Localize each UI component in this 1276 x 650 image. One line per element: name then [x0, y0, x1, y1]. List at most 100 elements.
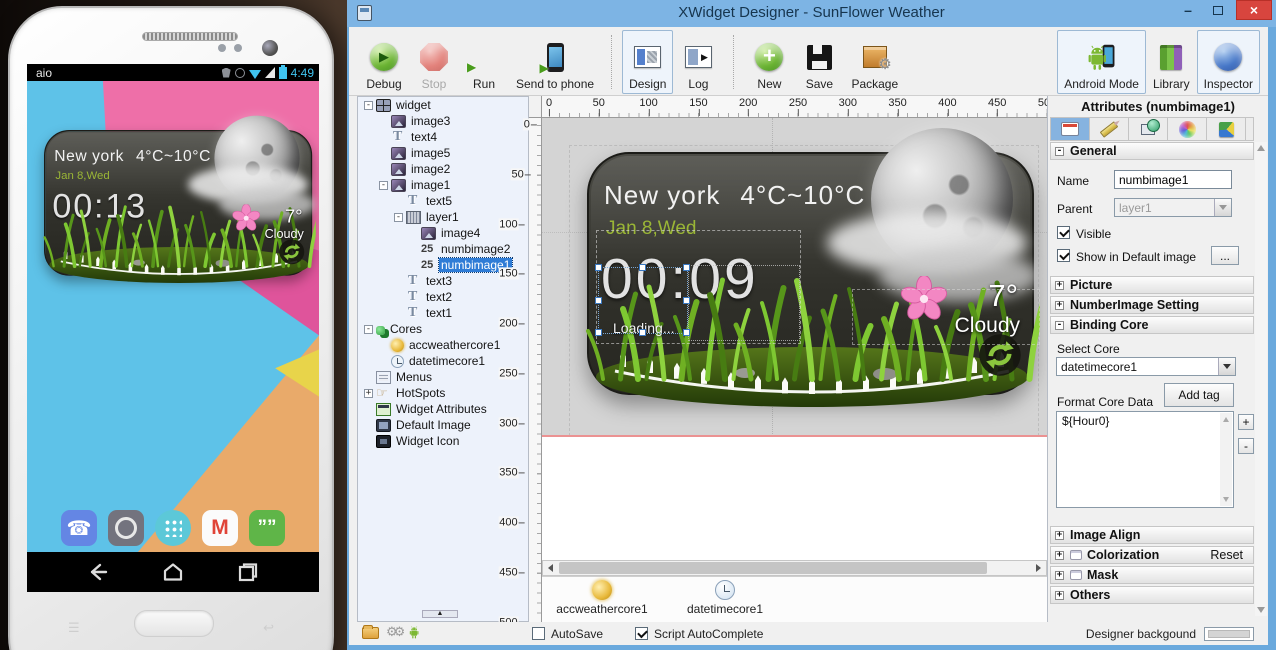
folder-icon[interactable]	[362, 627, 379, 639]
weather-widget-body[interactable]: New york4°C~10°CJan 8,Wed00:09Loading...…	[587, 152, 1034, 395]
scroll-thumb[interactable]	[559, 562, 987, 574]
dropdown-arrow-icon[interactable]	[1218, 358, 1235, 375]
tree-item-image5[interactable]: image5	[358, 145, 528, 161]
dropdown-arrow-icon[interactable]	[1214, 199, 1231, 216]
format-core-data-textarea[interactable]: ${Hour0}	[1056, 411, 1234, 508]
save-button[interactable]: Save	[794, 30, 844, 94]
tree-item-image3[interactable]: image3	[358, 113, 528, 129]
section-others[interactable]: + Others	[1050, 586, 1254, 604]
section-colorization[interactable]: + Colorization Reset	[1050, 546, 1254, 564]
section-numberimage[interactable]: + NumberImage Setting	[1050, 296, 1254, 314]
menu-softkey[interactable]: ☰	[68, 620, 80, 636]
back-softkey[interactable]: ↩	[263, 620, 274, 636]
scroll-left-arrow[interactable]	[543, 561, 558, 575]
parent-dropdown[interactable]: layer1	[1114, 198, 1232, 217]
canvas-h-scrollbar[interactable]	[542, 560, 1047, 576]
attributes-scrollbar[interactable]	[1255, 142, 1267, 616]
tree-item-widget[interactable]: -widget	[358, 97, 528, 113]
visible-checkbox[interactable]	[1057, 226, 1070, 239]
core-item-accweathercore1[interactable]: accweathercore1	[547, 580, 657, 616]
section-binding-core[interactable]: - Binding Core	[1050, 316, 1254, 334]
tab-position[interactable]	[1090, 118, 1129, 140]
autosave-checkbox[interactable]	[532, 627, 545, 640]
selection-handle[interactable]	[683, 297, 690, 304]
hangouts-app-icon[interactable]: ””	[249, 510, 285, 546]
ellipsis-button[interactable]: ...	[1211, 246, 1239, 265]
app-drawer-icon[interactable]	[155, 510, 191, 546]
section-image-align[interactable]: + Image Align	[1050, 526, 1254, 544]
add-line-button[interactable]: +	[1238, 414, 1254, 430]
textarea-scrollbar[interactable]	[1220, 413, 1232, 506]
phone-app-icon[interactable]: ☎	[61, 510, 97, 546]
expand-box-icon[interactable]: +	[364, 389, 373, 398]
tree-item-image1[interactable]: -image1	[358, 177, 528, 193]
selection-handle[interactable]	[595, 329, 602, 336]
tree-item-text5[interactable]: text5	[358, 193, 528, 209]
design-canvas[interactable]: New york4°C~10°CJan 8,Wed00:09Loading...…	[542, 118, 1047, 560]
home-nav-icon[interactable]	[160, 560, 186, 584]
tree-item-hotspots[interactable]: +HotSpots	[358, 385, 528, 401]
recents-nav-icon[interactable]	[235, 560, 261, 584]
section-picture[interactable]: + Picture	[1050, 276, 1254, 294]
send-to-phone-button[interactable]: Send to phone	[509, 30, 601, 94]
design-button[interactable]: Design	[622, 30, 673, 94]
android-robot-icon[interactable]	[409, 625, 424, 642]
stop-button[interactable]: Stop	[409, 30, 459, 94]
weather-widget-design[interactable]: New york4°C~10°CJan 8,Wed00:09Loading...…	[587, 152, 1034, 395]
close-button[interactable]: ×	[1236, 0, 1272, 20]
tree-collapse-handle[interactable]: ▲	[422, 610, 458, 618]
package-button[interactable]: Package	[844, 30, 905, 94]
show-default-checkbox[interactable]	[1057, 249, 1070, 262]
refresh-icon[interactable]	[278, 238, 306, 266]
run-button[interactable]: Run	[459, 30, 509, 94]
selection-handle[interactable]	[683, 329, 690, 336]
tree-item-text4[interactable]: text4	[358, 129, 528, 145]
gmail-app-icon[interactable]: M	[202, 510, 238, 546]
selection-handle[interactable]	[639, 329, 646, 336]
selection-handle[interactable]	[595, 264, 602, 271]
minimize-button[interactable]: –	[1174, 0, 1202, 20]
tree-item-widget-attributes[interactable]: Widget Attributes	[358, 401, 528, 417]
inspector-button[interactable]: Inspector	[1197, 30, 1260, 94]
name-input[interactable]	[1114, 170, 1232, 189]
tab-general[interactable]	[1051, 118, 1090, 140]
script-autocomplete-checkbox[interactable]	[635, 627, 648, 640]
remove-line-button[interactable]: -	[1238, 438, 1254, 454]
new-button[interactable]: New	[744, 30, 794, 94]
selection-handle[interactable]	[639, 264, 646, 271]
selection-box[interactable]	[598, 267, 688, 334]
tree-item-text2[interactable]: text2	[358, 289, 528, 305]
tree-item-accweathercore1[interactable]: accweathercore1	[358, 337, 528, 353]
core-item-datetimecore1[interactable]: datetimecore1	[670, 580, 780, 616]
selection-handle[interactable]	[595, 297, 602, 304]
tab-3d[interactable]	[1207, 118, 1246, 140]
debug-button[interactable]: ▶Debug	[359, 30, 409, 94]
camera-app-icon[interactable]	[108, 510, 144, 546]
designer-background-input[interactable]	[1204, 627, 1254, 641]
maximize-button[interactable]	[1204, 0, 1232, 20]
collapse-box-icon[interactable]: -	[394, 213, 403, 222]
selection-handle[interactable]	[683, 264, 690, 271]
home-button[interactable]	[134, 610, 214, 637]
gears-icon[interactable]: ⚙⚙	[386, 624, 401, 640]
select-core-dropdown[interactable]: datetimecore1	[1056, 357, 1236, 376]
scroll-right-arrow[interactable]	[1031, 561, 1046, 575]
collapse-box-icon[interactable]: -	[379, 181, 388, 190]
android-mode-button[interactable]: Android Mode	[1057, 30, 1146, 94]
city-temp-text[interactable]: New york4°C~10°C	[604, 180, 865, 211]
tab-shape[interactable]	[1129, 118, 1168, 140]
section-general[interactable]: - General	[1050, 142, 1254, 160]
library-button[interactable]: Library	[1146, 30, 1197, 94]
collapse-box-icon[interactable]: -	[364, 325, 373, 334]
reset-button[interactable]: Reset	[1210, 548, 1243, 562]
numb-icon	[421, 259, 436, 272]
back-nav-icon[interactable]	[85, 560, 111, 584]
tree-item-image2[interactable]: image2	[358, 161, 528, 177]
tab-color[interactable]	[1168, 118, 1207, 140]
log-button[interactable]: Log	[673, 30, 723, 94]
tree-item-numbimage2[interactable]: numbimage2	[358, 241, 528, 257]
tree-item-widget-icon[interactable]: Widget Icon	[358, 433, 528, 449]
collapse-box-icon[interactable]: -	[364, 101, 373, 110]
add-tag-button[interactable]: Add tag	[1164, 383, 1234, 407]
section-mask[interactable]: + Mask	[1050, 566, 1254, 584]
